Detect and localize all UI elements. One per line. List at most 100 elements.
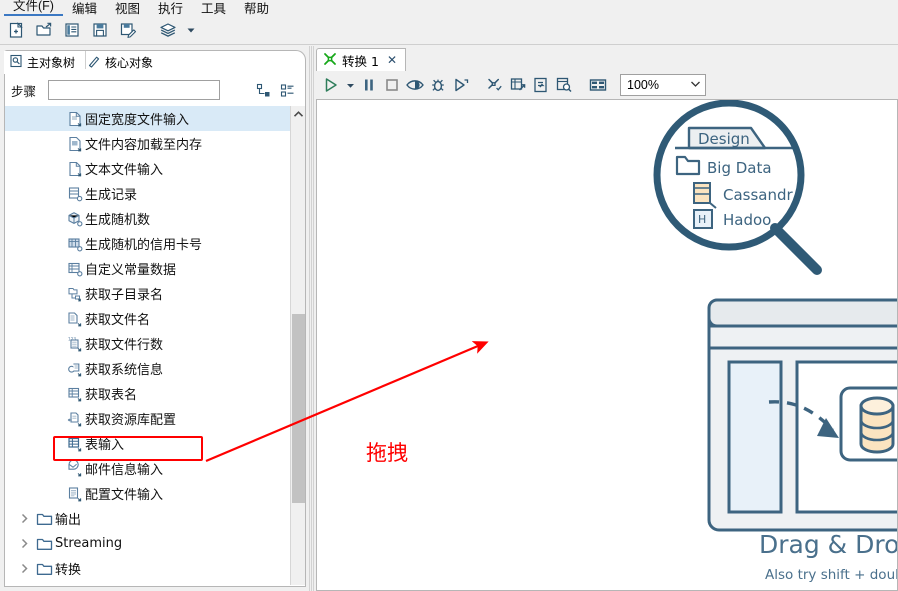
tree-item-10[interactable]: 123 获取文件行数 — [5, 331, 292, 356]
tree-item-9[interactable]: 获取文件名 — [5, 306, 292, 331]
repo-config-icon — [65, 411, 85, 427]
tree-item-label: 输出 — [55, 513, 82, 528]
menu-item-file[interactable]: 文件(F) — [4, 0, 63, 16]
bug-icon[interactable] — [427, 74, 449, 96]
close-icon[interactable]: ✕ — [387, 53, 397, 67]
tree-item-14[interactable]: 表输入 — [5, 431, 292, 456]
tree-item-3[interactable]: 文本文件输入 — [5, 156, 292, 181]
tree-item-18[interactable]: Streaming — [5, 531, 292, 556]
drag-drop-subline: Also try shift + doub — [765, 567, 898, 583]
sql-icon[interactable] — [530, 74, 552, 96]
open-folder-icon[interactable] — [32, 18, 56, 42]
tree-item-16[interactable]: 配置文件输入 — [5, 481, 292, 506]
chevron-right-icon[interactable] — [15, 563, 33, 574]
stop-icon[interactable] — [381, 74, 403, 96]
random-value-icon — [65, 211, 85, 227]
tree-item-label: 文件内容加载至内存 — [85, 138, 203, 153]
tree-item-7[interactable]: 自定义常量数据 — [5, 256, 292, 281]
zoom-level-dropdown[interactable]: 100% — [620, 74, 706, 96]
scroll-up-arrow-icon[interactable] — [291, 106, 305, 122]
new-file-icon[interactable] — [4, 18, 28, 42]
save-icon[interactable] — [88, 18, 112, 42]
tree-item-19[interactable]: 转换 — [5, 556, 292, 581]
tree-item-5[interactable]: 生成随机数 — [5, 206, 292, 231]
menu-item-run[interactable]: 执行 — [149, 2, 192, 16]
save-as-icon[interactable] — [116, 18, 140, 42]
db-search-icon[interactable] — [553, 74, 575, 96]
menu-item-tools[interactable]: 工具 — [192, 2, 235, 16]
scrollbar-thumb[interactable] — [292, 314, 305, 503]
application-window: 文件(F) 编辑 视图 执行 工具 帮助 主对象树 核心对象 步骤 固定宽度文件… — [0, 0, 898, 591]
text-file-icon — [65, 161, 85, 177]
transformation-canvas[interactable]: Design Big Data Cassandr H Hadoo Drag & … — [316, 99, 898, 591]
tree-item-2[interactable]: 文件内容加载至内存 — [5, 131, 292, 156]
table-names-icon — [65, 386, 85, 402]
tree-item-label: 生成随机的信用卡号 — [85, 238, 203, 253]
drag-drop-headline: Drag & Drop a — [759, 530, 898, 559]
tree-item-label: 生成随机数 — [85, 213, 151, 228]
steps-tree-container: 固定宽度文件输入 文件内容加载至内存 文本文件输入 生成记录生成随机数生成随机的信用卡… — [4, 106, 306, 587]
explorer-list-icon[interactable] — [60, 18, 84, 42]
properties-input-icon — [65, 486, 85, 502]
tree-item-label: 获取表名 — [85, 388, 138, 403]
system-info-icon — [65, 361, 85, 377]
transformation-toolbar: 100% — [316, 71, 898, 99]
expand-tree-icon[interactable] — [255, 82, 271, 98]
tree-item-6[interactable]: 生成随机的信用卡号 — [5, 231, 292, 256]
step-search-input[interactable] — [48, 80, 221, 100]
tab-main-object-tree-label: 主对象树 — [27, 56, 76, 70]
tab-main-object-tree[interactable]: 主对象树 — [4, 51, 83, 74]
play-icon[interactable] — [320, 74, 342, 96]
tree-item-label: 配置文件输入 — [85, 488, 164, 503]
magnifier-design-tab-label: Design — [698, 130, 750, 148]
tree-item-1[interactable]: 固定宽度文件输入 — [5, 106, 292, 131]
pause-icon[interactable] — [358, 74, 380, 96]
tree-item-11[interactable]: 获取系统信息 — [5, 356, 292, 381]
grid-icon[interactable] — [587, 74, 609, 96]
play-outline-icon[interactable] — [450, 74, 472, 96]
subfolder-icon — [65, 286, 85, 302]
tree-item-12[interactable]: 获取表名 — [5, 381, 292, 406]
tree-item-4[interactable]: 生成记录 — [5, 181, 292, 206]
mail-input-icon — [65, 460, 85, 477]
chevron-right-icon[interactable] — [15, 538, 33, 549]
chevron-down-icon — [690, 80, 701, 91]
tree-item-label: 生成记录 — [85, 188, 138, 203]
tree-item-17[interactable]: 输出 — [5, 506, 292, 531]
tab-core-objects[interactable]: 核心对象 — [82, 51, 160, 74]
caret-down-icon[interactable] — [343, 74, 357, 96]
tab-transformation-1-label: 转换 1 — [342, 53, 379, 69]
constant-data-icon — [65, 261, 85, 277]
tab-transformation-1[interactable]: 转换 1 ✕ — [316, 48, 406, 71]
tree-item-15[interactable]: 邮件信息输入 — [5, 456, 292, 481]
generate-rows-icon — [65, 186, 85, 202]
tree-vertical-scrollbar[interactable] — [290, 106, 305, 585]
folder-icon — [33, 561, 55, 577]
magnifier-hadoop-glyph: H — [698, 213, 706, 226]
step-search-row: 步骤 — [4, 74, 306, 106]
search-tools — [255, 82, 299, 98]
file-mem-icon — [65, 136, 85, 152]
tree-item-label: 转换 — [55, 563, 82, 578]
menu-item-edit[interactable]: 编辑 — [63, 2, 106, 16]
table-input-icon — [65, 436, 85, 452]
folder-icon — [33, 536, 55, 552]
layers-icon[interactable] — [156, 18, 180, 42]
magnifier-item-hadoop: Hadoo — [723, 211, 771, 229]
transformation-tabstrip: 转换 1 ✕ — [316, 48, 898, 72]
collapse-tree-icon[interactable] — [279, 82, 295, 98]
filenames-icon — [65, 311, 85, 327]
chevron-right-icon[interactable] — [15, 513, 33, 524]
menu-item-help[interactable]: 帮助 — [235, 2, 278, 16]
eye-icon[interactable] — [404, 74, 426, 96]
tree-item-13[interactable]: 获取资源库配置 — [5, 406, 292, 431]
layers-dropdown-caret-icon[interactable] — [184, 18, 198, 42]
tree-item-8[interactable]: 获取子目录名 — [5, 281, 292, 306]
menu-item-view[interactable]: 视图 — [106, 2, 149, 16]
tree-item-label: Streaming — [55, 536, 123, 551]
tree-item-label: 固定宽度文件输入 — [85, 113, 190, 128]
transformation-check-icon[interactable] — [484, 74, 506, 96]
tree-item-label: 文本文件输入 — [85, 163, 164, 178]
file-rowcount-icon: 123 — [65, 336, 85, 352]
grid-arrow-icon[interactable] — [507, 74, 529, 96]
